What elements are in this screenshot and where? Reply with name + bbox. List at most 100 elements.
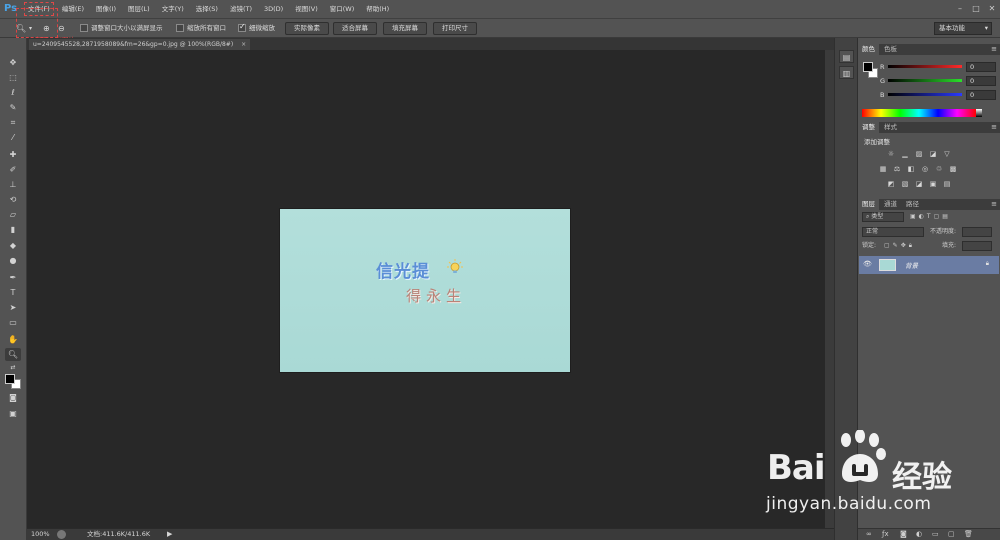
swap-colors-icon[interactable]: ⇄ (5, 361, 21, 374)
lasso-tool-icon[interactable]: ℓ (5, 86, 21, 99)
maximize-icon[interactable]: □ (968, 2, 984, 16)
layer-filter-select[interactable]: ⌕ 类型 (862, 212, 904, 222)
screen-mode-icon[interactable]: ▣ (5, 407, 21, 420)
delete-layer-icon[interactable]: 🗑︎ (964, 530, 973, 538)
black-white-icon[interactable]: ◧ (906, 165, 916, 174)
black-white-ramp[interactable] (976, 109, 982, 117)
channel-mixer-icon[interactable]: ♲ (934, 165, 944, 174)
curves-icon[interactable]: ▨ (914, 150, 924, 159)
document-tab[interactable]: u=2409545528,2871958089&fm=26&gp=0.jpg @… (29, 39, 251, 50)
marquee-tool-icon[interactable]: ⬚ (5, 71, 21, 84)
tab-layers[interactable]: 图层 (858, 199, 879, 210)
color-balance-icon[interactable]: ⚖ (892, 165, 902, 174)
color-lookup-icon[interactable]: ▩ (948, 165, 958, 174)
crop-tool-icon[interactable]: ⌗ (5, 116, 21, 129)
print-size-button[interactable]: 打印尺寸 (433, 22, 477, 35)
hand-tool-icon[interactable]: ✋ (5, 333, 21, 346)
slider-blue[interactable]: B 0 (880, 90, 996, 100)
path-select-tool-icon[interactable]: ➤ (5, 301, 21, 314)
properties-panel-icon[interactable]: ▥ (839, 66, 854, 79)
levels-icon[interactable]: ▁ (900, 150, 910, 159)
vibrance-icon[interactable]: ▽ (942, 150, 952, 159)
slider-red-track[interactable] (888, 65, 962, 68)
actual-pixels-button[interactable]: 实际像素 (285, 22, 329, 35)
slider-green-track[interactable] (888, 79, 962, 82)
quick-mask-icon[interactable]: ◙ (5, 391, 21, 404)
panel-menu-icon[interactable]: ≡ (991, 122, 997, 133)
menu-help[interactable]: 帮助(H) (360, 0, 395, 18)
new-group-icon[interactable]: ▭ (932, 530, 939, 538)
zoom-all-windows-checkbox[interactable] (176, 24, 184, 32)
add-mask-icon[interactable]: ◙ (900, 530, 907, 538)
tab-paths[interactable]: 路径 (902, 199, 923, 210)
pen-tool-icon[interactable]: ✒ (5, 271, 21, 284)
dodge-tool-icon[interactable]: ● (5, 254, 21, 267)
brightness-icon[interactable]: ☼ (886, 150, 896, 159)
slider-blue-track[interactable] (888, 93, 962, 96)
fill-screen-button[interactable]: 填充屏幕 (383, 22, 427, 35)
new-adjustment-icon[interactable]: ◐ (916, 530, 922, 538)
lock-icons[interactable]: ▢✎✥🔒︎ (884, 241, 915, 251)
menu-3d[interactable]: 3D(D) (258, 0, 289, 18)
slider-blue-value[interactable]: 0 (966, 90, 996, 100)
panel-foreground-swatch[interactable] (863, 62, 873, 72)
menu-view[interactable]: 视图(V) (289, 0, 324, 18)
resize-windows-checkbox[interactable] (80, 24, 88, 32)
layer-name[interactable]: 背景 (905, 260, 918, 270)
menu-window[interactable]: 窗口(W) (324, 0, 361, 18)
fill-field[interactable] (962, 241, 992, 251)
close-icon[interactable]: ✕ (984, 2, 1000, 16)
slider-green[interactable]: G 0 (880, 76, 996, 86)
slider-green-value[interactable]: 0 (966, 76, 996, 86)
move-tool-icon[interactable]: ✥ (5, 56, 21, 69)
photo-filter-icon[interactable]: ◎ (920, 165, 930, 174)
status-info-icon[interactable] (57, 530, 66, 539)
menu-layer[interactable]: 图层(L) (122, 0, 156, 18)
workspace-select[interactable]: 基本功能 (934, 22, 992, 35)
shape-tool-icon[interactable]: ▭ (5, 316, 21, 329)
zoom-level[interactable]: 100% (31, 529, 50, 540)
history-panel-icon[interactable]: ▤ (839, 50, 854, 63)
tab-close-icon[interactable]: × (241, 41, 246, 48)
type-tool-icon[interactable]: T (5, 286, 21, 299)
blend-mode-select[interactable]: 正常 (862, 227, 924, 237)
brush-tool-icon[interactable]: ✐ (5, 163, 21, 176)
panel-menu-icon[interactable]: ≡ (991, 199, 997, 210)
healing-brush-tool-icon[interactable]: ✚ (5, 148, 21, 161)
layer-row-background[interactable]: 👁︎ 背景 🔒︎ (859, 256, 999, 274)
tab-color[interactable]: 颜色 (858, 44, 879, 55)
blur-tool-icon[interactable]: ◆ (5, 239, 21, 252)
canvas-area[interactable]: 信光提 得永生 (27, 50, 825, 528)
menu-select[interactable]: 选择(S) (190, 0, 224, 18)
layer-filter-icons[interactable]: ▣◐T▢▤ (910, 212, 951, 222)
gradient-tool-icon[interactable]: ▮ (5, 223, 21, 236)
new-layer-icon[interactable]: ▢ (948, 530, 955, 538)
minimize-icon[interactable]: – (952, 2, 968, 16)
opacity-field[interactable] (962, 227, 992, 237)
clone-stamp-tool-icon[interactable]: ⊥ (5, 178, 21, 191)
eyedropper-tool-icon[interactable]: ⁄ (5, 131, 21, 144)
foreground-color-swatch[interactable] (5, 374, 15, 384)
link-layers-icon[interactable]: ∞ (866, 530, 872, 538)
layer-style-icon[interactable]: ƒx (882, 530, 889, 538)
tab-styles[interactable]: 样式 (880, 122, 901, 133)
slider-red[interactable]: R 0 (880, 62, 996, 72)
slider-red-value[interactable]: 0 (966, 62, 996, 72)
tab-swatches[interactable]: 色板 (880, 44, 901, 55)
invert-icon[interactable]: ◩ (886, 180, 896, 189)
zoom-tool-icon[interactable]: 🔍︎ (5, 348, 21, 361)
menu-filter[interactable]: 滤镜(T) (224, 0, 258, 18)
document-image[interactable]: 信光提 得永生 (280, 209, 570, 372)
menu-edit[interactable]: 编辑(E) (56, 0, 90, 18)
tab-adjustments[interactable]: 调整 (858, 122, 879, 133)
panel-menu-icon[interactable]: ≡ (991, 44, 997, 55)
threshold-icon[interactable]: ◪ (914, 180, 924, 189)
history-brush-tool-icon[interactable]: ⟲ (5, 193, 21, 206)
menu-type[interactable]: 文字(Y) (156, 0, 190, 18)
menu-image[interactable]: 图像(I) (90, 0, 122, 18)
exposure-icon[interactable]: ◪ (928, 150, 938, 159)
status-menu-arrow-icon[interactable]: ▶ (167, 529, 172, 540)
fit-screen-button[interactable]: 适合屏幕 (333, 22, 377, 35)
posterize-icon[interactable]: ▧ (900, 180, 910, 189)
tab-channels[interactable]: 通道 (880, 199, 901, 210)
